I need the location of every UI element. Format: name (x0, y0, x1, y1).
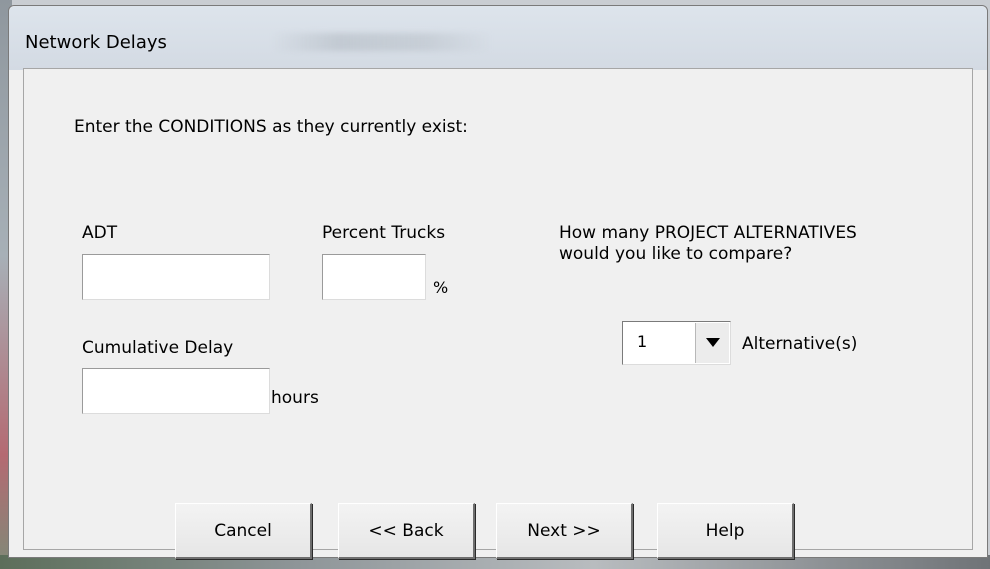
adt-label: ADT (82, 223, 118, 243)
alternatives-question-line2: would you like to compare? (559, 244, 793, 264)
alternatives-suffix-label: Alternative(s) (742, 334, 858, 354)
back-button[interactable]: << Back (338, 503, 475, 559)
hours-unit: hours (271, 388, 319, 408)
title-bar-reflection (272, 33, 492, 51)
adt-input[interactable] (82, 254, 270, 300)
cumulative-delay-input[interactable] (82, 368, 270, 414)
dropdown-button[interactable] (695, 323, 729, 363)
help-button[interactable]: Help (657, 503, 794, 559)
cancel-button[interactable]: Cancel (175, 503, 312, 559)
dialog-body: Enter the CONDITIONS as they currently e… (23, 68, 973, 559)
dialog-title: Network Delays (25, 32, 167, 53)
title-bar[interactable]: Network Delays (9, 6, 987, 70)
next-button[interactable]: Next >> (496, 503, 633, 559)
alternatives-count-dropdown[interactable]: 1 (622, 321, 731, 365)
percent-trucks-label: Percent Trucks (322, 223, 446, 243)
cumulative-delay-label: Cumulative Delay (82, 338, 234, 358)
chevron-down-icon (706, 338, 720, 347)
percent-trucks-input[interactable] (322, 254, 426, 300)
alternatives-question-line1: How many PROJECT ALTERNATIVES (559, 223, 857, 243)
network-delays-dialog: Network Delays Enter the CONDITIONS as t… (8, 5, 988, 559)
percent-unit: % (433, 278, 449, 297)
alternatives-count-value: 1 (637, 332, 648, 351)
instructions-text: Enter the CONDITIONS as they currently e… (74, 117, 468, 137)
